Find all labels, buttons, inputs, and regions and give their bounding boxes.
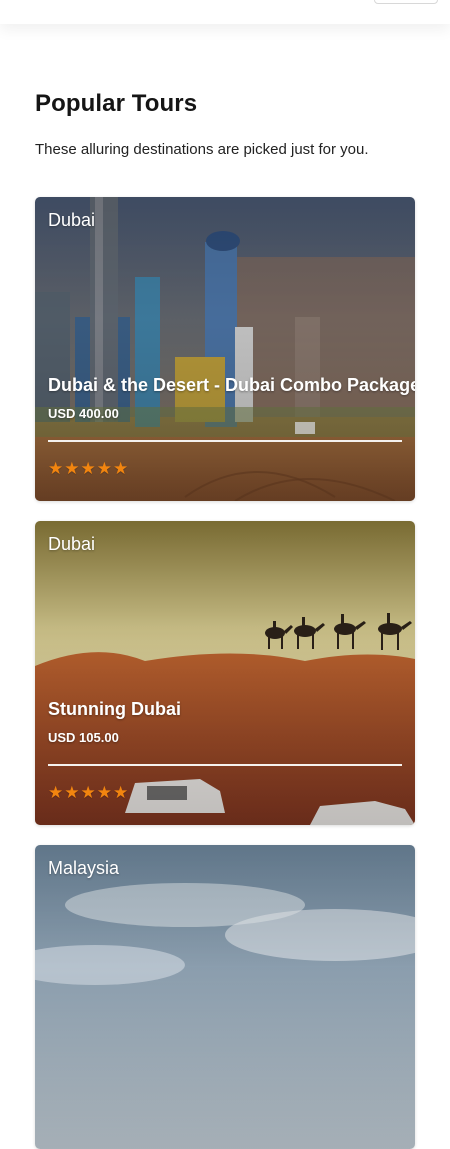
star-rating-icon: ★★★★★ bbox=[48, 783, 130, 802]
star-rating-icon: ★★★★★ bbox=[48, 459, 130, 478]
section-subtitle: These alluring destinations are picked j… bbox=[35, 141, 369, 158]
tour-region: Malaysia bbox=[48, 858, 120, 878]
tour-region: Dubai bbox=[48, 534, 96, 554]
top-nav-bar bbox=[0, 0, 450, 24]
tour-card[interactable]: Malaysia bbox=[35, 845, 415, 1149]
tour-price: USD 400.00 bbox=[48, 406, 119, 421]
menu-button[interactable] bbox=[374, 0, 438, 4]
divider bbox=[48, 440, 402, 442]
tour-card[interactable]: Dubai Dubai & the Desert - Dubai Combo P… bbox=[35, 197, 415, 501]
tour-title[interactable]: Stunning Dubai bbox=[48, 699, 181, 720]
tour-region: Dubai bbox=[48, 210, 96, 230]
image-overlay bbox=[35, 845, 415, 1149]
tour-title[interactable]: Dubai & the Desert - Dubai Combo Package bbox=[48, 375, 415, 396]
image-overlay bbox=[35, 197, 415, 501]
section-title: Popular Tours bbox=[35, 90, 198, 117]
tour-price: USD 105.00 bbox=[48, 730, 119, 745]
tour-card[interactable]: Dubai Stunning Dubai USD 105.00 ★★★★★ bbox=[35, 521, 415, 825]
divider bbox=[48, 764, 402, 766]
image-overlay bbox=[35, 521, 415, 825]
